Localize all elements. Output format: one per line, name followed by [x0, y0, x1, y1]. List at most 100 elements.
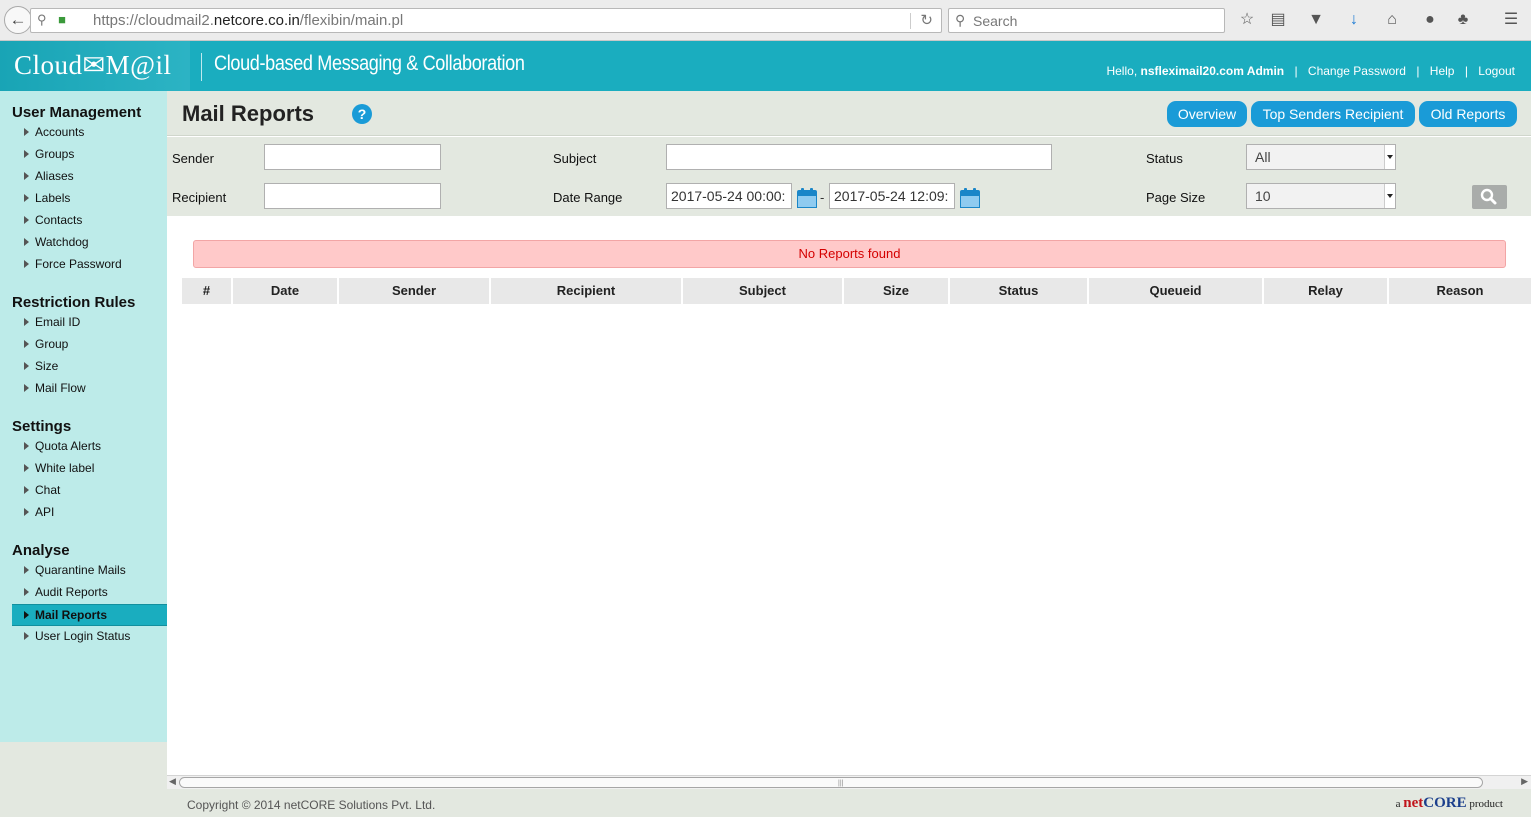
sidebar-item-contacts[interactable]: Contacts — [12, 210, 167, 232]
sidebar-item-accounts[interactable]: Accounts — [12, 122, 167, 144]
arrow-right-icon — [24, 318, 29, 326]
arrow-right-icon — [24, 362, 29, 370]
magnifier-icon — [1480, 188, 1497, 205]
hello-text: Hello, — [1106, 64, 1138, 78]
sidebar-item-white-label[interactable]: White label — [12, 458, 167, 480]
results-table-header: # Date Sender Recipient Subject Size Sta… — [182, 278, 1531, 304]
menu-icon[interactable]: ☰ — [1500, 9, 1522, 31]
sidebar-item-audit-reports[interactable]: Audit Reports — [12, 582, 167, 604]
column-header-sender[interactable]: Sender — [339, 278, 491, 304]
sidebar-item-group[interactable]: Group — [12, 334, 167, 356]
arrow-right-icon — [24, 260, 29, 268]
date-separator: - — [820, 190, 825, 205]
user-links: Hello, nsfleximail20.com Admin | Change … — [1106, 64, 1515, 78]
logout-link[interactable]: Logout — [1478, 64, 1515, 78]
help-icon[interactable]: ? — [352, 104, 372, 124]
sidebar-item-mail-flow[interactable]: Mail Flow — [12, 378, 167, 400]
sidebar-item-quarantine-mails[interactable]: Quarantine Mails — [12, 560, 167, 582]
site-identity-icon[interactable]: ⚲ ■ — [37, 12, 70, 28]
copyright-text: Copyright © 2014 netCORE Solutions Pvt. … — [187, 798, 436, 812]
column-header-size[interactable]: Size — [844, 278, 950, 304]
arrow-right-icon — [24, 442, 29, 450]
pocket-icon[interactable]: ▼ — [1305, 9, 1327, 31]
url-bar[interactable]: ⚲ ■ https://cloudmail2.netcore.co.in/fle… — [30, 8, 942, 33]
extension-icon[interactable]: ♣ — [1452, 9, 1474, 31]
search-icon: ⚲ — [955, 12, 966, 28]
arrow-right-icon — [24, 588, 29, 596]
column-header-subject[interactable]: Subject — [683, 278, 844, 304]
cloudmail-logo[interactable]: Cloud✉M@il — [14, 50, 172, 81]
column-header-status[interactable]: Status — [950, 278, 1089, 304]
horizontal-scrollbar[interactable]: ◀ ||| ▶ — [167, 775, 1531, 789]
sidebar-item-mail-reports[interactable]: Mail Reports — [12, 604, 167, 626]
sidebar-item-chat[interactable]: Chat — [12, 480, 167, 502]
arrow-right-icon — [24, 632, 29, 640]
section-title-restriction-rules: Restriction Rules — [12, 294, 136, 311]
arrow-right-icon — [24, 172, 29, 180]
help-link[interactable]: Help — [1430, 64, 1455, 78]
section-title-settings: Settings — [12, 418, 72, 435]
sender-label: Sender — [172, 151, 214, 166]
browser-search-box[interactable]: ⚲ Search — [948, 8, 1225, 33]
page-size-select[interactable]: 10 — [1246, 183, 1396, 209]
browser-toolbar: ← ⚲ ■ https://cloudmail2.netcore.co.in/f… — [0, 0, 1531, 41]
sidebar-item-watchdog[interactable]: Watchdog — [12, 232, 167, 254]
tab-old-reports[interactable]: Old Reports — [1419, 101, 1517, 127]
bookmark-star-icon[interactable]: ☆ — [1236, 9, 1258, 31]
column-header-date[interactable]: Date — [233, 278, 339, 304]
reading-list-icon[interactable]: ▤ — [1267, 9, 1289, 31]
sidebar-footer — [0, 742, 167, 817]
sidebar-item-user-login-status[interactable]: User Login Status — [12, 626, 167, 648]
chat-icon[interactable]: ● — [1419, 9, 1441, 31]
change-password-link[interactable]: Change Password — [1308, 64, 1406, 78]
back-button[interactable]: ← — [4, 6, 32, 34]
arrow-right-icon — [24, 384, 29, 392]
sidebar-item-force-password[interactable]: Force Password — [12, 254, 167, 276]
download-icon[interactable]: ↓ — [1343, 9, 1365, 31]
no-reports-alert: No Reports found — [193, 240, 1506, 268]
sidebar-item-api[interactable]: API — [12, 502, 167, 524]
sidebar: User Management Accounts Groups Aliases … — [0, 91, 167, 742]
page-title: Mail Reports — [182, 101, 315, 126]
sidebar-item-labels[interactable]: Labels — [12, 188, 167, 210]
status-select[interactable]: All — [1246, 144, 1396, 170]
scrollbar-thumb[interactable]: ||| — [179, 777, 1483, 788]
section-title-analyse: Analyse — [12, 542, 70, 559]
recipient-label: Recipient — [172, 190, 227, 205]
recipient-input[interactable] — [264, 183, 441, 209]
sidebar-item-groups[interactable]: Groups — [12, 144, 167, 166]
arrow-right-icon — [24, 508, 29, 516]
date-from-input[interactable]: 2017-05-24 00:00: — [666, 183, 792, 209]
separator: | — [1416, 64, 1420, 78]
subject-input[interactable] — [666, 144, 1052, 170]
calendar-icon[interactable] — [797, 188, 817, 208]
calendar-icon[interactable] — [960, 188, 980, 208]
arrow-right-icon — [24, 340, 29, 348]
scroll-left-icon[interactable]: ◀ — [169, 776, 176, 787]
sidebar-item-aliases[interactable]: Aliases — [12, 166, 167, 188]
column-header-reason[interactable]: Reason — [1389, 278, 1531, 304]
sidebar-item-quota-alerts[interactable]: Quota Alerts — [12, 436, 167, 458]
scroll-grip-icon: ||| — [838, 780, 844, 787]
scroll-right-icon[interactable]: ▶ — [1521, 776, 1528, 787]
tab-overview[interactable]: Overview — [1167, 101, 1247, 127]
dropdown-arrow-icon — [1384, 184, 1395, 208]
url-text[interactable]: https://cloudmail2.netcore.co.in/flexibi… — [93, 12, 403, 29]
arrow-right-icon — [24, 611, 29, 619]
column-header-index[interactable]: # — [182, 278, 233, 304]
page-size-label: Page Size — [1146, 190, 1206, 205]
arrow-right-icon — [24, 486, 29, 494]
status-select-value: All — [1255, 149, 1271, 165]
home-icon[interactable]: ⌂ — [1381, 9, 1403, 31]
reload-icon[interactable]: ↻ — [920, 11, 933, 29]
column-header-relay[interactable]: Relay — [1264, 278, 1389, 304]
date-to-input[interactable]: 2017-05-24 12:09: — [829, 183, 955, 209]
column-header-recipient[interactable]: Recipient — [491, 278, 683, 304]
sidebar-item-size[interactable]: Size — [12, 356, 167, 378]
sidebar-item-email-id[interactable]: Email ID — [12, 312, 167, 334]
arrow-right-icon — [24, 194, 29, 202]
tab-top-senders-recipient[interactable]: Top Senders Recipient — [1251, 101, 1415, 127]
column-header-queueid[interactable]: Queueid — [1089, 278, 1264, 304]
search-button[interactable] — [1472, 185, 1507, 209]
sender-input[interactable] — [264, 144, 441, 170]
